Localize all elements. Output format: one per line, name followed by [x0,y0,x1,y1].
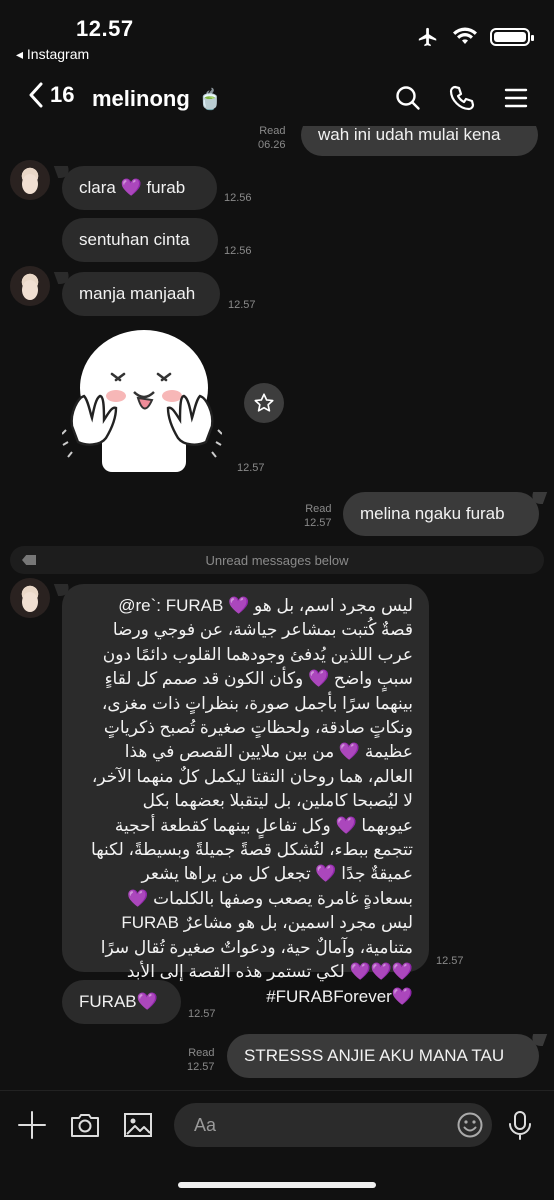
home-indicator[interactable] [178,1182,376,1188]
read-status: Read [305,503,332,515]
message-time: 12.56 [224,245,252,257]
incoming-message-long[interactable]: @re`: FURAB 💜 ليس مجرد اسم، بل هو قصةٌ ك… [62,584,429,1006]
avatar[interactable] [10,266,50,306]
emoji-icon[interactable] [456,1111,484,1139]
star-button[interactable] [244,383,284,423]
message-text: clara 💜 furab [79,178,186,197]
incoming-message[interactable]: FURAB💜 [62,980,181,1024]
plus-icon[interactable] [16,1109,48,1141]
message-time: 12.57 [237,462,265,474]
message-time: 06.26 [258,139,286,151]
read-status: Read [259,126,286,137]
outgoing-message[interactable]: melina ngaku furab [343,492,539,536]
message-text: melina ngaku furab [360,504,505,523]
outgoing-message[interactable]: STRESSS ANJIE AKU MANA TAU [227,1034,539,1078]
unread-label: Unread messages below [205,552,349,568]
battery-icon [490,28,534,46]
message-text: STRESSS ANJIE AKU MANA TAU [244,1046,505,1065]
search-icon[interactable] [394,84,422,112]
avatar[interactable] [10,578,50,618]
star-icon [254,393,274,412]
incoming-message[interactable]: manja manjaah [62,272,220,316]
input-placeholder: Aa [194,1114,217,1135]
menu-icon[interactable] [502,84,530,112]
tag-icon [22,555,36,565]
status-time: 12.57 [76,16,134,41]
message-time: 12.57 [304,517,332,529]
avatar[interactable] [10,160,50,200]
unread-divider: Unread messages below [10,546,544,574]
read-status: Read [188,1047,215,1059]
status-bar: 12.57 ◂ Instagram [0,0,554,70]
message-input[interactable]: Aa [174,1103,492,1147]
wifi-icon [453,27,477,44]
image-icon[interactable] [122,1109,154,1141]
phone-icon[interactable] [448,84,476,112]
unread-count: 16 [50,82,75,107]
message-meta: Read 12.57 [187,1046,215,1074]
message-text: FURAB💜 [79,992,158,1011]
title-emoji: 🍵 [197,88,223,111]
message-time: 12.57 [188,1008,216,1020]
message-text: @re`: FURAB 💜 ليس مجرد اسم، بل هو قصةٌ ك… [91,596,413,1006]
message-meta: Read 12.57 [304,502,332,530]
contact-name: melinong [92,86,190,111]
sticker-image[interactable] [62,326,222,476]
back-to-instagram-link[interactable]: ◂ Instagram [16,46,89,63]
message-time: 12.57 [436,955,464,967]
airplane-icon [418,27,437,47]
chat-title[interactable]: melinong 🍵 [92,86,223,112]
microphone-icon[interactable] [504,1109,536,1141]
outgoing-message[interactable]: wah ini udah mulai kena [301,126,538,156]
incoming-message[interactable]: sentuhan cinta [62,218,218,262]
message-time: 12.57 [187,1061,215,1073]
chat-area[interactable]: Read 06.26 wah ini udah mulai kena clara… [0,126,554,1090]
chat-header: 16 melinong 🍵 [0,74,554,126]
message-text: sentuhan cinta [79,230,190,249]
message-text: manja manjaah [79,284,196,303]
message-time: 12.56 [224,192,252,204]
message-meta: Read 06.26 [258,126,286,152]
message-time: 12.57 [228,299,256,311]
status-icons [416,26,534,48]
back-button[interactable]: 16 [28,82,74,108]
message-text: wah ini udah mulai kena [318,126,501,144]
incoming-message[interactable]: clara 💜 furab [62,166,217,210]
camera-icon[interactable] [69,1109,101,1141]
back-chevron-icon [29,82,43,108]
